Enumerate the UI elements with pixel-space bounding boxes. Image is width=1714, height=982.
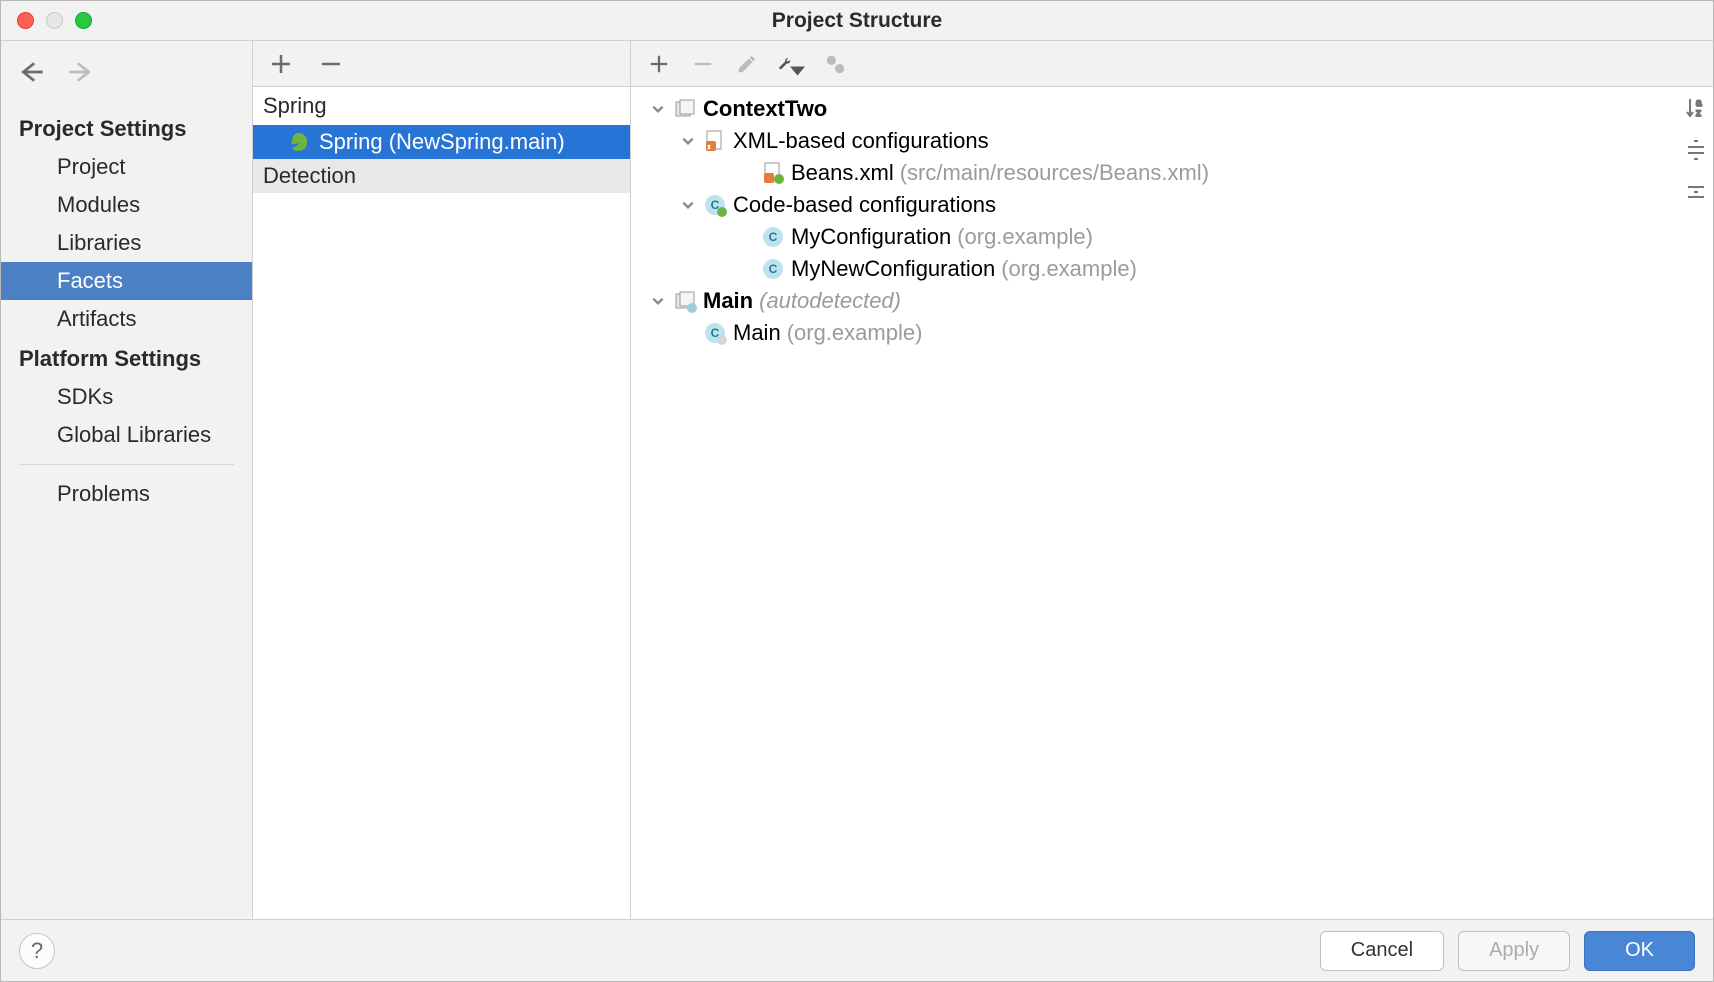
sidebar-item-libraries[interactable]: Libraries (1, 224, 252, 262)
sidebar-item-project[interactable]: Project (1, 148, 252, 186)
tree-label: Code-based configurations (733, 192, 996, 218)
apply-button[interactable]: Apply (1458, 931, 1570, 971)
xml-file-icon (761, 161, 785, 185)
java-class-autodetected-icon: C (703, 321, 727, 345)
tree-node-contexttwo[interactable]: ContextTwo (635, 93, 1709, 125)
sidebar-item-global-libraries[interactable]: Global Libraries (1, 416, 252, 454)
zoom-window-button[interactable] (75, 12, 92, 29)
project-settings-header: Project Settings (1, 108, 252, 148)
tree-label: MyNewConfiguration (791, 256, 995, 282)
tree-package: (org.example) (957, 224, 1093, 250)
cancel-button[interactable]: Cancel (1320, 931, 1444, 971)
facet-item-label: Spring (NewSpring.main) (319, 129, 565, 155)
nav-arrows (1, 49, 252, 108)
window-controls (1, 12, 92, 29)
detail-side-tools: az (1683, 95, 1709, 205)
window-title: Project Structure (772, 9, 942, 33)
forward-arrow-icon[interactable] (67, 59, 93, 92)
edit-context-button[interactable] (733, 50, 761, 78)
link-dependencies-button[interactable] (821, 50, 849, 78)
tree-label: XML-based configurations (733, 128, 989, 154)
tree-node-main-class[interactable]: C Main (org.example) (635, 317, 1709, 349)
svg-text:z: z (1696, 108, 1701, 119)
close-window-button[interactable] (17, 12, 34, 29)
add-context-button[interactable] (645, 50, 673, 78)
chevron-down-icon[interactable] (649, 100, 667, 118)
sidebar-item-modules[interactable]: Modules (1, 186, 252, 224)
tree-node-beans-xml[interactable]: Beans.xml (src/main/resources/Beans.xml) (635, 157, 1709, 189)
platform-settings-header: Platform Settings (1, 338, 252, 378)
tree-package: (org.example) (1001, 256, 1137, 282)
context-stack-icon (673, 97, 697, 121)
help-button[interactable]: ? (19, 933, 55, 969)
context-tree: ContextTwo XML-based configurations Bean… (631, 87, 1713, 919)
tree-label: Beans.xml (791, 160, 894, 186)
svg-text:C: C (769, 262, 778, 276)
tree-node-main-context[interactable]: Main (autodetected) (635, 285, 1709, 317)
sidebar-item-facets[interactable]: Facets (1, 262, 252, 300)
tree-label: MyConfiguration (791, 224, 951, 250)
tree-package: (org.example) (787, 320, 923, 346)
facet-group-detection[interactable]: Detection (253, 159, 630, 193)
facet-detection-label: Detection (263, 163, 356, 189)
java-class-icon: C (761, 225, 785, 249)
facet-detail-panel: az ContextTwo XML-bas (631, 41, 1713, 919)
spring-icon (287, 131, 309, 153)
remove-context-button[interactable] (689, 50, 717, 78)
main-area: Project Settings Project Modules Librari… (1, 41, 1713, 919)
ok-button[interactable]: OK (1584, 931, 1695, 971)
xml-config-icon (703, 129, 727, 153)
sidebar-item-artifacts[interactable]: Artifacts (1, 300, 252, 338)
chevron-down-icon[interactable] (649, 292, 667, 310)
minimize-window-button[interactable] (46, 12, 63, 29)
tree-path: (src/main/resources/Beans.xml) (900, 160, 1209, 186)
java-class-icon: C (761, 257, 785, 281)
context-stack-icon (673, 289, 697, 313)
sidebar: Project Settings Project Modules Librari… (1, 41, 253, 919)
facet-toolbar (253, 41, 630, 87)
tree-label: ContextTwo (703, 96, 827, 122)
collapse-all-icon[interactable] (1683, 179, 1709, 205)
sidebar-item-sdks[interactable]: SDKs (1, 378, 252, 416)
wrench-settings-button[interactable] (777, 50, 805, 78)
tree-node-myconfiguration[interactable]: C MyConfiguration (org.example) (635, 221, 1709, 253)
tree-node-code-configurations[interactable]: C Code-based configurations (635, 189, 1709, 221)
expand-all-icon[interactable] (1683, 137, 1709, 163)
dialog-footer: ? Cancel Apply OK (1, 919, 1713, 981)
facet-item-spring-newspring-main[interactable]: Spring (NewSpring.main) (253, 125, 630, 159)
sidebar-item-problems[interactable]: Problems (1, 475, 252, 513)
back-arrow-icon[interactable] (19, 59, 45, 92)
titlebar: Project Structure (1, 1, 1713, 41)
facet-list-panel: Spring Spring (NewSpring.main) Detection (253, 41, 631, 919)
sort-alpha-icon[interactable]: az (1683, 95, 1709, 121)
tree-label: Main (703, 288, 753, 314)
chevron-down-icon[interactable] (679, 132, 697, 150)
tree-node-xml-configurations[interactable]: XML-based configurations (635, 125, 1709, 157)
tree-node-mynewconfiguration[interactable]: C MyNewConfiguration (org.example) (635, 253, 1709, 285)
remove-facet-button[interactable] (317, 50, 345, 78)
facet-group-spring[interactable]: Spring (253, 87, 630, 125)
sidebar-separator (19, 464, 234, 465)
tree-label: Main (733, 320, 781, 346)
svg-text:C: C (769, 230, 778, 244)
add-facet-button[interactable] (267, 50, 295, 78)
detail-toolbar (631, 41, 1713, 87)
chevron-down-icon[interactable] (679, 196, 697, 214)
code-config-icon: C (703, 193, 727, 217)
tree-hint: (autodetected) (759, 288, 901, 314)
